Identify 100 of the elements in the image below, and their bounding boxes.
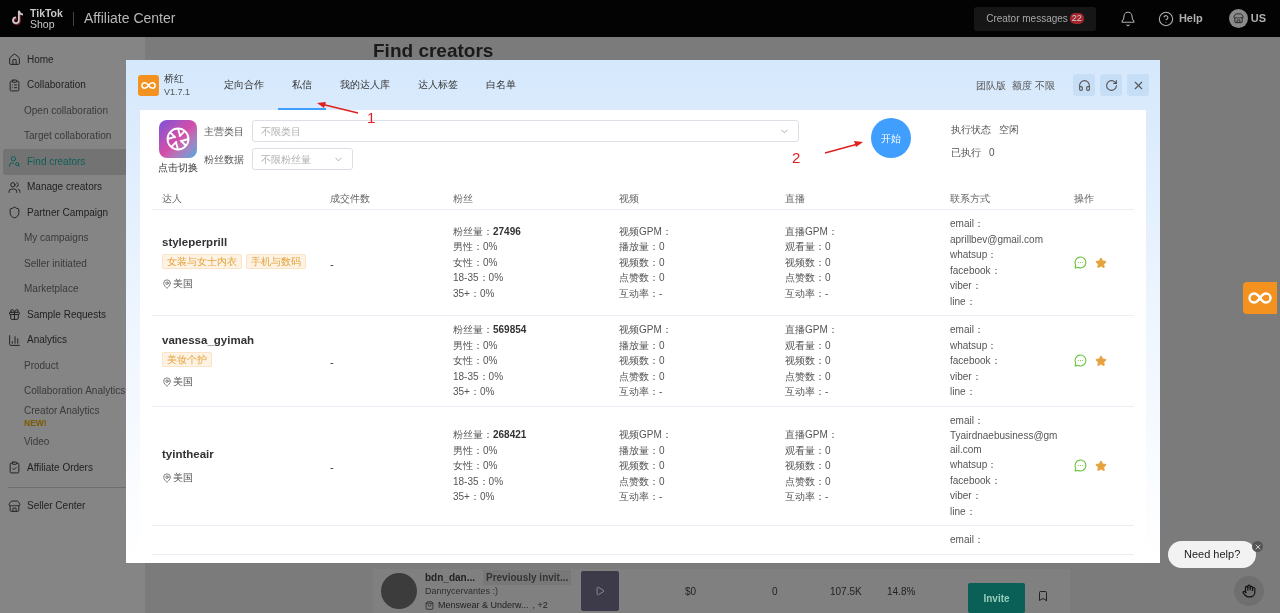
app-title: Affiliate Center: [83, 9, 176, 28]
location-pin-icon: [162, 376, 172, 387]
quota-value: 不限: [1035, 78, 1055, 93]
gmv-value: $0: [685, 584, 698, 599]
column-header: 操作: [1074, 192, 1095, 206]
message-count-badge: 22: [1069, 13, 1084, 24]
star-icon[interactable]: [1095, 354, 1107, 367]
contact-text: viber：: [950, 279, 983, 293]
stat-text: 播放量：0: [619, 443, 666, 457]
brand-name: TikTok: [30, 7, 63, 19]
message-icon[interactable]: [1074, 459, 1087, 473]
notification-bell-icon[interactable]: [1119, 10, 1136, 27]
stat-text: 男性：0%: [453, 443, 499, 457]
headset-icon: [1077, 78, 1091, 92]
stat-text: 视频数：0: [785, 255, 832, 270]
stat-text: 视频GPM：: [619, 224, 673, 239]
support-button[interactable]: [1073, 74, 1095, 96]
sidebar-item[interactable]: Seller Center: [3, 493, 142, 519]
message-icon[interactable]: [1074, 256, 1087, 269]
help-button[interactable]: Help: [1157, 10, 1203, 27]
stat-text: 粉丝量：268421: [453, 428, 528, 442]
contact-text: email：: [950, 323, 985, 337]
sidebar-item-icon: [8, 206, 21, 220]
app-logo-icon: [138, 74, 159, 96]
creator-name[interactable]: vanessa_gyimah: [162, 332, 330, 350]
column-header: 成交件数: [330, 192, 371, 206]
sidebar-item[interactable]: Affiliate Orders: [3, 455, 142, 481]
app-name: 桥红: [164, 71, 185, 86]
contact-text: viber：: [950, 489, 983, 503]
sidebar-item[interactable]: Sample Requests: [3, 302, 142, 328]
stat-text: 互动率：-: [785, 490, 830, 504]
followers-value: 107.5K: [830, 584, 863, 599]
stat-text: 视频GPM：: [619, 323, 673, 337]
aperture-app-icon[interactable]: [159, 120, 197, 158]
close-button[interactable]: [1127, 74, 1149, 96]
contact-text: line：: [950, 504, 977, 518]
refresh-button[interactable]: [1100, 74, 1122, 96]
creator-handle: Dannycervantes :): [425, 585, 500, 598]
stat-text: 点赞数：0: [785, 271, 832, 285]
start-button[interactable]: 开始: [871, 118, 911, 158]
contact-text: facebook：: [950, 263, 1002, 277]
sidebar-item-icon: [8, 53, 21, 67]
contact-text: email：: [950, 217, 985, 231]
status-value: 空闲: [999, 123, 1019, 137]
dialog-tab[interactable]: 白名单: [472, 60, 531, 110]
category-text: Menswear & Underw...: [438, 598, 529, 612]
account-button[interactable]: US: [1228, 9, 1266, 28]
annotation-number: 2: [792, 148, 801, 168]
stat-text: 点赞数：0: [619, 369, 666, 383]
sidebar-item[interactable]: Analytics: [3, 327, 142, 353]
star-icon[interactable]: [1095, 459, 1107, 472]
creator-name[interactable]: tyintheair: [162, 446, 330, 464]
edition-label: 团队版: [976, 78, 1006, 93]
stat-text: 直播GPM：: [785, 224, 839, 239]
sidebar-item-icon: [8, 461, 21, 475]
sidebar-item-icon: [8, 155, 21, 169]
dialog-tab[interactable]: 定向合作: [210, 60, 279, 110]
sidebar-item[interactable]: Collaboration: [3, 72, 142, 98]
quota-label: 额度: [1012, 78, 1032, 93]
location-text: 美国: [173, 471, 193, 486]
store-avatar-icon: [1228, 9, 1248, 28]
sidebar-item[interactable]: Manage creators: [3, 174, 142, 200]
need-help-bubble[interactable]: Need help?: [1168, 541, 1257, 568]
column-header: 视频: [619, 192, 640, 206]
contact-text: line：: [950, 294, 977, 308]
invite-button[interactable]: Invite: [968, 583, 1025, 613]
dialog-tab[interactable]: 达人标签: [404, 60, 473, 110]
close-icon[interactable]: [1252, 541, 1263, 552]
creator-name: bdn_dan...: [425, 571, 475, 585]
category-tag: 美妆个护: [162, 352, 212, 368]
items-sold-value: 0: [772, 584, 779, 599]
stat-text: 互动率：-: [619, 286, 664, 301]
contact-text: aprillbev@gmail.com: [950, 232, 1044, 246]
dialog-tab[interactable]: 我的达人库: [326, 60, 405, 110]
stat-text: 播放量：0: [619, 338, 666, 352]
stat-text: 粉丝量：27496: [453, 224, 522, 239]
play-icon: [595, 586, 605, 596]
creator-name[interactable]: styleperprill: [162, 233, 330, 252]
star-icon[interactable]: [1095, 256, 1107, 269]
stat-text: 点赞数：0: [619, 271, 666, 285]
location-pin-icon: [162, 278, 172, 289]
stat-text: 视频GPM：: [619, 428, 673, 442]
switch-label[interactable]: 点击切换: [158, 160, 198, 175]
sidebar-item[interactable]: Partner Campaign: [3, 200, 142, 226]
message-icon[interactable]: [1074, 354, 1087, 368]
filter-select[interactable]: 不限粉丝量: [252, 148, 353, 170]
column-header: 粉丝: [453, 192, 474, 206]
bookmark-icon[interactable]: [1037, 590, 1049, 602]
stat-text: 视频数：0: [785, 354, 832, 368]
category-tag: 女装与女士内衣: [162, 254, 242, 270]
contact-text: whatsup：: [950, 338, 999, 352]
hand-button[interactable]: [1234, 576, 1264, 606]
stat-text: 互动率：-: [785, 286, 830, 301]
stat-text: 互动率：-: [785, 385, 830, 399]
help-icon: [1157, 10, 1174, 27]
sidebar-item[interactable]: Home: [3, 47, 142, 73]
creator-messages-button[interactable]: Creator messages 22: [974, 6, 1096, 31]
floating-plugin-button[interactable]: [1243, 282, 1277, 314]
status-value: 0: [989, 146, 995, 160]
status-label: 执行状态: [951, 123, 991, 137]
